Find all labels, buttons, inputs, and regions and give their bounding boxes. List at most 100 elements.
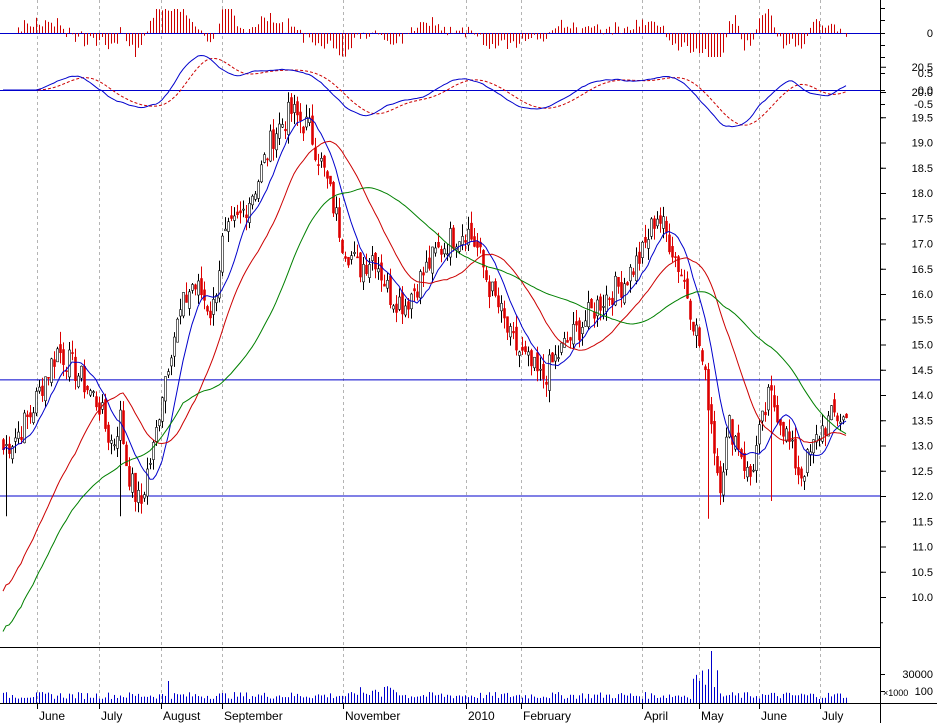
candle-body-116 <box>350 255 353 260</box>
volume-bar-126 <box>381 696 382 703</box>
price-tick-label-18: 19.0 <box>912 138 933 150</box>
volume-bar-269 <box>810 693 811 703</box>
volume-tick-label-1: 100 <box>915 686 933 698</box>
candle-body-118 <box>356 256 359 259</box>
candle-body-204 <box>614 275 617 306</box>
volume-bar-109 <box>330 693 331 703</box>
volume-bar-130 <box>393 689 394 703</box>
volume-bar-103 <box>312 698 313 703</box>
volume-tick-label-0: 30000 <box>902 669 933 681</box>
volume-bar-128 <box>387 686 388 703</box>
volume-bar-218 <box>657 697 658 703</box>
x-tick-label-10: July <box>822 709 843 723</box>
volume-bar-21 <box>66 698 67 703</box>
volume-bar-97 <box>294 696 295 703</box>
volume-bar-20 <box>63 697 64 703</box>
candle-body-142 <box>428 257 431 269</box>
candle-body-214 <box>644 236 647 243</box>
volume-bar-226 <box>681 696 682 703</box>
volume-bar-83 <box>252 696 253 703</box>
volume-bar-228 <box>687 697 688 703</box>
volume-bar-157 <box>474 697 475 703</box>
right-axis: 00.50.0-0.510.010.511.011.512.012.513.01… <box>880 0 933 723</box>
volume-bar-179 <box>540 697 541 703</box>
volume-bar-96 <box>291 692 292 703</box>
candle-body-31 <box>95 396 98 408</box>
candle-body-217 <box>653 218 656 229</box>
candle-body-167 <box>503 308 506 319</box>
volume-bar-47 <box>144 696 145 703</box>
price-tick-label-9: 14.5 <box>912 365 933 377</box>
candle-body-42 <box>128 466 131 487</box>
candle-body-267 <box>803 476 806 482</box>
volume-bar-171 <box>516 695 517 703</box>
volume-bar-100 <box>303 697 304 703</box>
bottom-axis: June July August September November 2010 Febru… <box>0 703 937 723</box>
candle-body-245 <box>737 432 740 450</box>
volume-bar-191 <box>576 698 577 703</box>
volume-bar-174 <box>525 695 526 703</box>
volume-bar-223 <box>672 697 673 703</box>
volume-bar-123 <box>372 690 373 703</box>
candle-body-4 <box>14 437 17 442</box>
volume-bar-9 <box>30 697 31 703</box>
candle-body-49 <box>149 462 152 465</box>
volume-bar-71 <box>216 695 217 703</box>
candle-body-131 <box>395 303 398 313</box>
candle-body-119 <box>359 252 362 278</box>
volume-bar-159 <box>480 692 481 703</box>
candle-body-113 <box>341 239 344 253</box>
candle-body-137 <box>413 288 416 292</box>
volume-bar-180 <box>543 696 544 703</box>
volume-bar-196 <box>591 698 592 703</box>
volume-bar-244 <box>735 695 736 703</box>
candle-body-195 <box>587 302 590 328</box>
candle-body-203 <box>611 297 614 305</box>
volume-bar-57 <box>174 693 175 703</box>
volume-bar-45 <box>138 693 139 703</box>
candle-body-92 <box>278 123 281 139</box>
candle-body-197 <box>593 311 596 319</box>
candle-body-222 <box>668 234 671 253</box>
volume-bar-69 <box>210 698 211 703</box>
candle-body-91 <box>275 133 278 151</box>
candle-body-124 <box>374 252 377 270</box>
candle-body-125 <box>377 268 380 273</box>
volume-bar-94 <box>285 697 286 703</box>
candle-body-122 <box>368 264 371 278</box>
volume-bar-44 <box>135 695 136 703</box>
volume-bar-0 <box>3 692 4 703</box>
candle-body-65 <box>197 280 200 296</box>
volume-bar-230 <box>693 678 694 703</box>
candle-body-112 <box>338 207 341 238</box>
volume-bar-41 <box>126 697 127 703</box>
volume-bar-190 <box>573 694 574 703</box>
volume-bar-220 <box>663 695 664 703</box>
candle-body-75 <box>227 221 230 232</box>
volume-bar-35 <box>108 692 109 703</box>
volume-bar-43 <box>132 694 133 703</box>
candle-body-163 <box>491 281 494 292</box>
volume-bar-54 <box>165 695 166 703</box>
candle-body-223 <box>671 246 674 258</box>
volume-bar-12 <box>39 692 40 703</box>
x-tick-label-3: September <box>224 709 283 723</box>
volume-bar-222 <box>669 694 670 703</box>
volume-bar-92 <box>279 695 280 703</box>
candle-body-16 <box>50 358 53 383</box>
volume-bar-168 <box>507 692 508 703</box>
candle-body-140 <box>422 272 425 276</box>
volume-bar-78 <box>237 696 238 703</box>
candle-body-62 <box>188 291 191 309</box>
candle-body-233 <box>701 350 704 362</box>
candle-body-247 <box>743 452 746 471</box>
candle-body-12 <box>38 386 41 392</box>
volume-bar-145 <box>438 694 439 703</box>
candle-body-248 <box>746 467 749 478</box>
volume-bar-34 <box>105 697 106 703</box>
volume-bar-63 <box>192 696 193 703</box>
volume-bar-50 <box>153 696 154 703</box>
candle-body-130 <box>392 305 395 310</box>
candle-body-212 <box>638 251 641 264</box>
volume-bar-81 <box>246 692 247 703</box>
